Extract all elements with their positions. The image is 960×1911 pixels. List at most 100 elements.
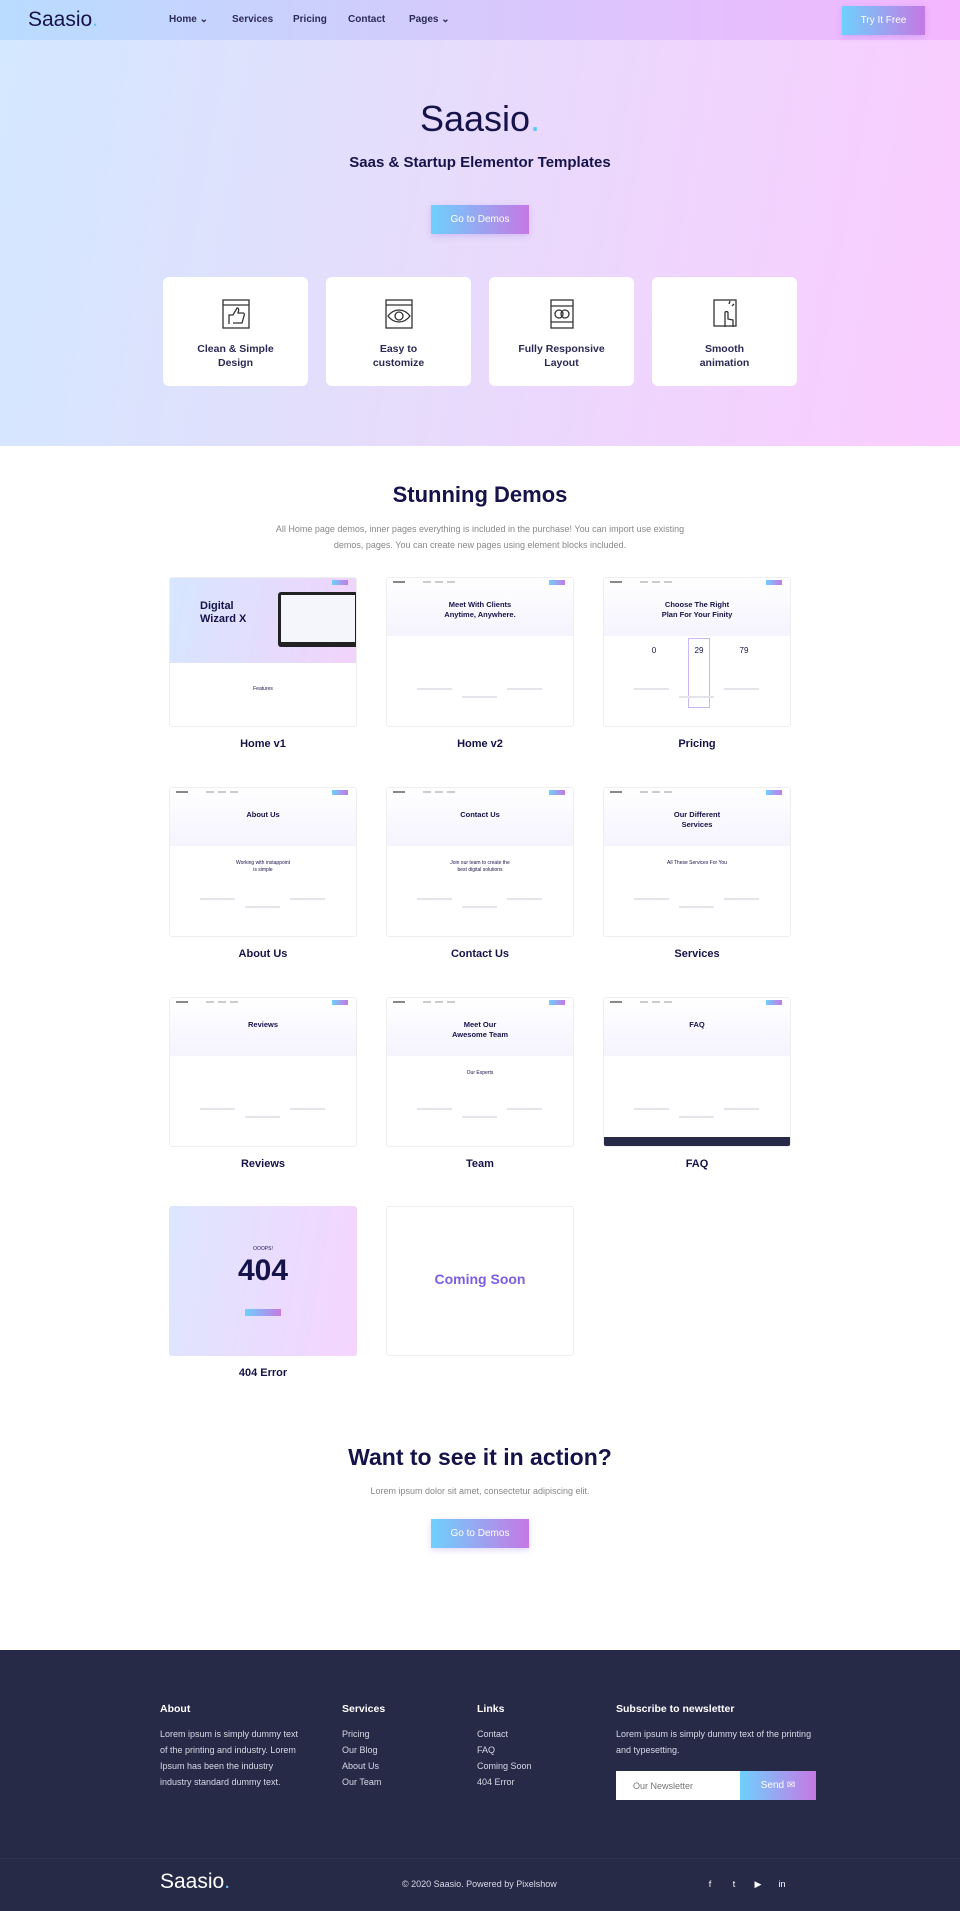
nav-label: Home [169, 14, 197, 25]
try-it-free-button[interactable]: Try It Free [842, 6, 925, 35]
demo-label[interactable]: Contact Us [386, 948, 574, 960]
feature-card: Easy to customize [326, 277, 471, 386]
thumb-heading: Coming Soon [434, 1271, 526, 1287]
top-nav [0, 0, 960, 40]
demo-label[interactable]: Home v1 [169, 738, 357, 750]
demo-thumbnail[interactable]: Meet Our Awesome Team Our Experts [386, 997, 574, 1147]
demo-label[interactable]: FAQ [603, 1158, 791, 1170]
footer-link[interactable]: Pricing [342, 1726, 381, 1742]
footer-link[interactable]: About Us [342, 1758, 381, 1774]
demos-description: All Home page demos, inner pages everyth… [275, 524, 685, 550]
footer-link[interactable]: FAQ [477, 1742, 532, 1758]
nav-label: Pages [409, 14, 439, 25]
nav-services[interactable]: Services [232, 14, 273, 25]
thumb-nav [604, 998, 790, 1008]
logo-dot: . [92, 8, 99, 31]
thumb-price: 79 [739, 646, 749, 655]
footer-link[interactable]: Our Team [342, 1774, 381, 1790]
footer-link[interactable]: Our Blog [342, 1742, 381, 1758]
feature-card: Fully Responsive Layout [489, 277, 634, 386]
thumb-text-line [507, 1108, 542, 1110]
footer-links-list: Contact FAQ Coming Soon 404 Error [477, 1726, 532, 1790]
demo-label[interactable]: About Us [169, 948, 357, 960]
thumb-text-line [724, 898, 759, 900]
hero-title-text: Saasio [419, 98, 531, 139]
cta-go-to-demos-button[interactable]: Go to Demos [431, 1519, 529, 1548]
thumb-text-line [200, 898, 235, 900]
feature-card: Smooth animation [652, 277, 797, 386]
thumb-text-line [290, 1108, 325, 1110]
demo-thumbnail[interactable]: Coming Soon [386, 1206, 574, 1356]
thumb-nav [387, 998, 573, 1008]
demo-thumbnail[interactable]: Choose The Right Plan For Your Finity 0 29… [603, 577, 791, 727]
thumb-text-line [724, 1108, 759, 1110]
thumb-text-line [245, 1116, 280, 1118]
linkedin-icon[interactable]: in [777, 1879, 787, 1889]
send-button[interactable]: Send ✉ [740, 1771, 816, 1800]
thumb-text-line [462, 906, 497, 908]
logo[interactable]: Saasio. [28, 8, 98, 32]
thumb-sub: Features [253, 686, 273, 692]
thumb-heading: About Us [246, 810, 280, 819]
thumb-heading: 404 [237, 1254, 289, 1287]
chevron-down-icon: ⌄ [441, 14, 450, 25]
feature-card: Clean & Simple Design [163, 277, 308, 386]
thumb-text-line [679, 1116, 714, 1118]
thumb-price: 0 [651, 646, 657, 655]
demo-label[interactable]: 404 Error [169, 1367, 357, 1379]
thumb-sub: OOOPS! [253, 1246, 273, 1252]
nav-contact[interactable]: Contact [348, 14, 385, 25]
thumb-heading: Digital Wizard X [200, 600, 247, 625]
footer-logo[interactable]: Saasio. [160, 1870, 230, 1894]
thumb-bottom [170, 663, 356, 726]
chevron-down-icon: ⌄ [199, 14, 208, 25]
thumb-text-line [679, 696, 714, 698]
demo-thumbnail[interactable]: FAQ [603, 997, 791, 1147]
demo-thumbnail[interactable]: OOOPS! 404 [169, 1206, 357, 1356]
twitter-icon[interactable]: t [729, 1879, 739, 1889]
send-label: Send [760, 1780, 785, 1791]
youtube-icon[interactable]: ▶ [753, 1879, 763, 1889]
thumb-sub: Working with instappoint is simple [235, 860, 291, 873]
thumb-nav [387, 788, 573, 798]
responsive-layout-icon [549, 299, 574, 329]
footer-link[interactable]: Contact [477, 1726, 532, 1742]
thumb-text-line [417, 688, 452, 690]
demo-label[interactable]: Home v2 [386, 738, 574, 750]
thumb-text-line [462, 1116, 497, 1118]
demo-thumbnail[interactable]: Digital Wizard X Features [169, 577, 357, 727]
demo-label[interactable]: Pricing [603, 738, 791, 750]
nav-pricing[interactable]: Pricing [293, 14, 327, 25]
thumb-heading: Meet Our Awesome Team [452, 1020, 508, 1039]
footer-services-title: Services [342, 1703, 386, 1715]
thumb-text-line [724, 688, 759, 690]
demo-thumbnail[interactable]: Meet With Clients Anytime, Anywhere. [386, 577, 574, 727]
nav-pages[interactable]: Pages ⌄ [409, 14, 450, 25]
footer-link[interactable]: 404 Error [477, 1774, 532, 1790]
feature-label: Fully Responsive Layout [518, 343, 605, 369]
thumbs-up-icon [221, 299, 250, 329]
thumb-text-line [200, 1108, 235, 1110]
demo-label[interactable]: Team [386, 1158, 574, 1170]
demo-label[interactable]: Reviews [169, 1158, 357, 1170]
footer-link[interactable]: Coming Soon [477, 1758, 532, 1774]
thumb-heading: Contact Us [460, 810, 500, 819]
hero-subtitle: Saas & Startup Elementor Templates [349, 154, 611, 171]
facebook-icon[interactable]: f [705, 1879, 715, 1889]
demo-thumbnail[interactable]: Reviews [169, 997, 357, 1147]
thumb-nav [604, 578, 790, 588]
demo-thumbnail[interactable]: Our Different Services All These Services… [603, 787, 791, 937]
go-to-demos-button[interactable]: Go to Demos [431, 205, 529, 234]
logo-text: Saasio [28, 8, 93, 31]
mail-icon: ✉ [786, 1780, 796, 1791]
thumb-heading: FAQ [689, 1020, 705, 1029]
thumb-text-line [417, 1108, 452, 1110]
nav-home[interactable]: Home ⌄ [169, 14, 208, 25]
demo-thumbnail[interactable]: About Us Working with instappoint is simp… [169, 787, 357, 937]
footer-links-title: Links [477, 1703, 505, 1715]
thumb-heading: Choose The Right Plan For Your Finity [661, 600, 733, 619]
feature-label: Clean & Simple Design [197, 343, 274, 369]
newsletter-input[interactable] [616, 1771, 740, 1800]
demo-thumbnail[interactable]: Contact Us Join our team to create the be… [386, 787, 574, 937]
demo-label[interactable]: Services [603, 948, 791, 960]
